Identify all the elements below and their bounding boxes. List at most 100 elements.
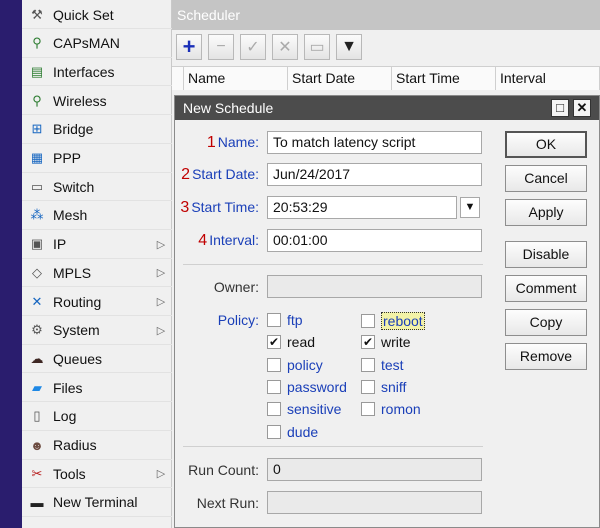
start-time-field[interactable]: 20:53:29 xyxy=(267,196,457,219)
policy-checkbox-romon[interactable]: romon xyxy=(361,401,421,417)
sidebar-item-label: Routing xyxy=(53,293,102,310)
maximize-button[interactable]: □ xyxy=(551,99,569,117)
step-number-2: 2 xyxy=(181,166,191,183)
start-time-dropdown-button[interactable]: ▼ xyxy=(460,197,480,218)
column-header-interval[interactable]: Interval xyxy=(496,67,600,90)
winbox-window: ⚒ Quick Set ⚲ CAPsMAN ▤ Interfaces ⚲ Wireless ⊞ B… xyxy=(0,0,600,528)
policy-label-read: read xyxy=(287,334,316,351)
sidebar-item-mesh[interactable]: ⁂ Mesh xyxy=(22,202,172,230)
policy-label-romon: romon xyxy=(381,401,421,418)
queues-icon: ☁ xyxy=(30,350,44,366)
check-icon: ✓ xyxy=(246,39,260,56)
policy-checkbox-reboot[interactable]: reboot xyxy=(361,312,425,330)
wireless-icon: ⚲ xyxy=(32,92,42,108)
submenu-arrow-icon: ▷ xyxy=(156,267,166,280)
checkbox-empty-icon xyxy=(267,424,281,439)
sidebar-item-ppp[interactable]: ▦ PPP xyxy=(22,145,172,173)
remove-button[interactable]: Remove xyxy=(505,343,587,370)
sidebar-item-switch[interactable]: ▭ Switch xyxy=(22,173,172,202)
minus-icon: − xyxy=(216,38,226,55)
sidebar-item-quick-set[interactable]: ⚒ Quick Set xyxy=(22,1,172,29)
system-gear-icon: ⚙ xyxy=(31,322,43,338)
plus-icon: + xyxy=(182,34,196,59)
policy-checkbox-sensitive[interactable]: sensitive xyxy=(267,401,341,417)
sidebar-item-wireless[interactable]: ⚲ Wireless xyxy=(22,87,172,116)
sidebar-item-bridge[interactable]: ⊞ Bridge xyxy=(22,116,172,144)
policy-checkbox-policy[interactable]: policy xyxy=(267,357,323,373)
filter-button[interactable]: ▼ xyxy=(336,34,362,60)
policy-checkbox-write[interactable]: ✔ write xyxy=(361,334,411,350)
checkbox-empty-icon xyxy=(361,402,375,417)
remove-toolbar-button[interactable]: − xyxy=(208,34,234,60)
sidebar-item-tools[interactable]: ✂ Tools ▷ xyxy=(22,460,172,489)
comment-button[interactable]: Comment xyxy=(505,275,587,302)
sidebar-item-files[interactable]: ▰ Files xyxy=(22,374,172,403)
owner-field xyxy=(267,275,482,298)
radius-users-icon: ☻ xyxy=(30,437,44,453)
note-icon: ▭ xyxy=(309,39,325,56)
checkbox-empty-icon xyxy=(361,357,375,372)
policy-label-sensitive: sensitive xyxy=(287,401,342,418)
files-folder-icon: ▰ xyxy=(32,379,42,395)
checkbox-empty-icon xyxy=(267,357,281,372)
disable-button[interactable]: Disable xyxy=(505,241,587,268)
close-icon: ✕ xyxy=(576,100,588,115)
sidebar-item-label: Bridge xyxy=(53,121,94,138)
ok-button[interactable]: OK xyxy=(505,131,587,158)
disable-toolbar-button[interactable]: ✕ xyxy=(272,34,298,60)
bridge-icon: ⊞ xyxy=(31,121,43,137)
sidebar-item-label: MPLS xyxy=(53,264,92,281)
winbox-side-strip xyxy=(0,0,22,528)
interval-field[interactable]: 00:01:00 xyxy=(267,229,482,252)
policy-label-test: test xyxy=(381,356,404,373)
sidebar-item-radius[interactable]: ☻ Radius xyxy=(22,432,172,460)
routing-icon: ✕ xyxy=(31,293,43,309)
sidebar-item-ip[interactable]: ▣ IP ▷ xyxy=(22,231,172,259)
sidebar-item-label: Tools xyxy=(53,465,86,482)
run-count-label: Run Count: xyxy=(188,462,259,478)
checkbox-empty-icon xyxy=(267,313,281,327)
step-number-1: 1 xyxy=(206,134,216,151)
comment-toolbar-button[interactable]: ▭ xyxy=(304,34,330,60)
column-header-start-date[interactable]: Start Date xyxy=(288,67,392,90)
sidebar-item-interfaces[interactable]: ▤ Interfaces xyxy=(22,58,172,87)
sidebar-item-label: Interfaces xyxy=(53,63,115,80)
next-run-field xyxy=(267,491,482,514)
column-header-start-time[interactable]: Start Time xyxy=(392,67,496,90)
add-button[interactable]: + xyxy=(176,34,202,60)
tools-icon: ✂ xyxy=(31,465,43,481)
policy-checkbox-ftp[interactable]: ftp xyxy=(267,312,303,328)
policy-checkbox-sniff[interactable]: sniff xyxy=(361,379,406,395)
column-header-name[interactable]: Name xyxy=(184,67,288,90)
start-date-label: 2 Start Date: xyxy=(181,166,259,183)
scheduler-title: Scheduler xyxy=(172,0,600,30)
sidebar-item-system[interactable]: ⚙ System ▷ xyxy=(22,317,172,345)
sidebar-item-queues[interactable]: ☁ Queues xyxy=(22,345,172,374)
dialog-title: New Schedule xyxy=(183,100,274,116)
sidebar-item-mpls[interactable]: ◇ MPLS ▷ xyxy=(22,259,172,288)
policy-checkbox-dude[interactable]: dude xyxy=(267,424,318,440)
policy-checkbox-password[interactable]: password xyxy=(267,379,347,395)
ip-icon: ▣ xyxy=(30,236,44,252)
sidebar-item-routing[interactable]: ✕ Routing ▷ xyxy=(22,288,172,316)
policy-checkbox-test[interactable]: test xyxy=(361,357,404,373)
start-date-field[interactable]: Jun/24/2017 xyxy=(267,163,482,186)
sidebar-item-label: New Terminal xyxy=(53,494,138,511)
close-button[interactable]: ✕ xyxy=(573,99,591,117)
sidebar-item-label: CAPsMAN xyxy=(53,35,120,52)
name-label: 1 Name: xyxy=(206,134,259,151)
apply-button[interactable]: Apply xyxy=(505,199,587,226)
new-schedule-dialog: New Schedule □ ✕ 1 Name: To match latency… xyxy=(174,95,600,528)
sidebar-item-log[interactable]: ▯ Log xyxy=(22,403,172,431)
mesh-icon: ⁂ xyxy=(30,207,44,223)
policy-checkbox-read[interactable]: ✔ read xyxy=(267,334,315,350)
enable-button[interactable]: ✓ xyxy=(240,34,266,60)
sidebar-item-capsman[interactable]: ⚲ CAPsMAN xyxy=(22,30,172,58)
sidebar-item-new-terminal[interactable]: ▬ New Terminal xyxy=(22,489,172,517)
name-field[interactable]: To match latency script xyxy=(267,131,482,154)
sidebar-item-label: Wireless xyxy=(53,92,107,109)
capsman-icon: ⚲ xyxy=(32,35,42,51)
checkbox-empty-icon xyxy=(267,379,281,394)
cancel-button[interactable]: Cancel xyxy=(505,165,587,192)
copy-button[interactable]: Copy xyxy=(505,309,587,336)
